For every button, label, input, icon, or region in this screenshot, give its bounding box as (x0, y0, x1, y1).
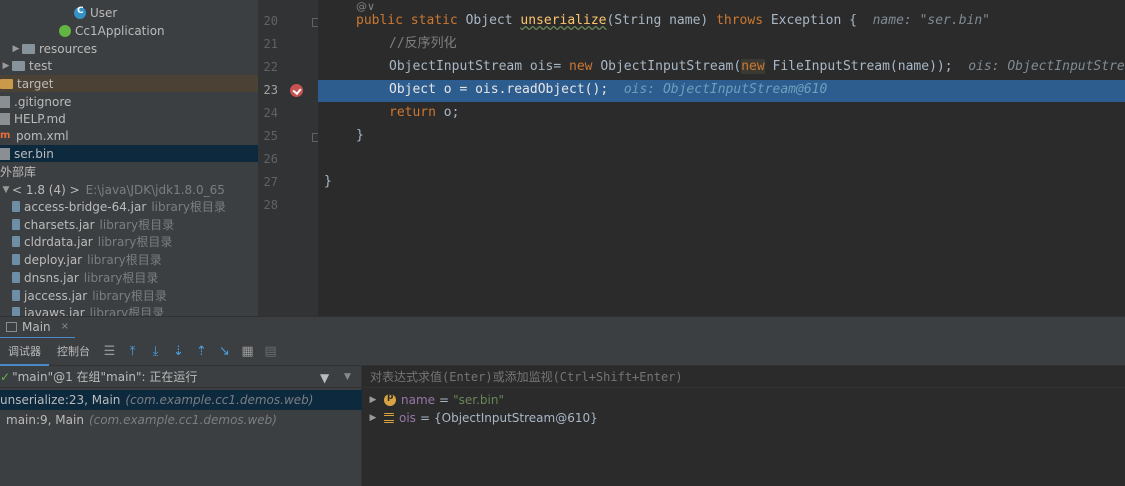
frame-item[interactable]: unserialize:23, Main (com.example.cc1.de… (0, 390, 362, 410)
code-line-20[interactable]: public static Object unserialize(String … (356, 10, 990, 32)
class-icon (74, 6, 86, 19)
breakpoint-icon[interactable] (290, 84, 303, 97)
tree-item-pom-xml[interactable]: m pom.xml (0, 127, 258, 144)
markdown-icon (0, 112, 10, 125)
jar-icon (12, 236, 20, 247)
line-number: 27 (263, 175, 278, 189)
line-number: 21 (263, 37, 278, 51)
folder-icon (0, 78, 13, 89)
tree-item-external-libraries[interactable]: 外部库 (0, 163, 258, 180)
tree-item-user[interactable]: User (0, 4, 258, 21)
step-into-icon[interactable]: ⇣ (167, 338, 190, 366)
frame-item[interactable]: main:9, Main (com.example.cc1.demos.web) (0, 410, 362, 430)
spring-boot-icon (59, 24, 71, 37)
local-variable-icon (384, 412, 394, 423)
code-line-27[interactable]: } (324, 171, 332, 193)
run-to-cursor-icon[interactable]: ↘ (213, 338, 236, 366)
tree-item-jar[interactable]: access-bridge-64.jar library根目录 (0, 198, 258, 215)
evaluate-expression-input[interactable] (362, 366, 1125, 388)
debug-tool-window-header: Main × (0, 316, 1125, 339)
tab-debugger[interactable]: 调试器 (0, 338, 49, 366)
frames-panel: ✓ "main"@1 在组"main": 正在运行 ▼ ▼ unserializ… (0, 366, 362, 486)
line-number-current: 23 (263, 83, 278, 97)
chevron-down-icon[interactable]: ▼ (0, 185, 12, 195)
code-line-22[interactable]: ObjectInputStream ois= new ObjectInputSt… (389, 56, 1125, 78)
file-icon (0, 147, 10, 160)
filter-icon[interactable]: ▼ (320, 371, 329, 385)
code-line-21[interactable]: //反序列化 (389, 33, 457, 55)
chevron-down-icon[interactable]: ▼ (344, 372, 351, 382)
tree-item-jar[interactable]: charsets.jar library根目录 (0, 216, 258, 233)
chevron-right-icon[interactable]: ▶ (0, 61, 12, 71)
line-number: 24 (263, 106, 278, 120)
code-line-23[interactable]: Object o = ois.readObject(); ois: Object… (389, 79, 827, 101)
code-line-24[interactable]: return o; (389, 102, 459, 124)
inline-value-hint: ois: ObjectInputStream@610 (623, 82, 828, 97)
chevron-right-icon[interactable]: ▶ (362, 413, 384, 423)
jar-icon (12, 219, 20, 230)
menu-icon[interactable]: ☰ (98, 338, 121, 366)
line-number: 20 (263, 14, 278, 28)
tree-item-gitignore[interactable]: .gitignore (0, 93, 258, 110)
tree-item-jar[interactable]: javaws.jar library根目录 (0, 304, 258, 316)
folder-icon (22, 43, 35, 54)
maven-icon: m (0, 129, 11, 141)
jar-icon (12, 307, 20, 316)
variable-row[interactable]: ▶ name = "ser.bin" (362, 390, 1125, 409)
debug-session-tab[interactable]: Main × (0, 317, 76, 339)
run-config-icon (6, 321, 17, 332)
show-execution-point-icon[interactable]: ⤒ (121, 338, 144, 366)
project-tree: User Cc1Application ▶ resources ▶ test t… (0, 0, 258, 316)
table-icon[interactable]: ▤ (259, 338, 282, 366)
jar-icon (12, 290, 20, 301)
close-icon[interactable]: × (61, 321, 69, 332)
tree-item-help-md[interactable]: HELP.md (0, 110, 258, 127)
thread-selector[interactable]: ✓ "main"@1 在组"main": 正在运行 (0, 366, 362, 388)
inline-value-hint: ois: ObjectInputStream@610 (968, 59, 1125, 74)
variable-row[interactable]: ▶ ois = {ObjectInputStream@610} (362, 408, 1125, 427)
line-number: 28 (263, 198, 278, 212)
variables-panel: ▶ name = "ser.bin" ▶ ois = {ObjectInputS… (362, 366, 1125, 486)
tree-item-target[interactable]: target (0, 75, 258, 92)
tree-item-cc1application[interactable]: Cc1Application (0, 22, 258, 39)
file-icon (0, 95, 10, 108)
code-line-25[interactable]: } (356, 125, 364, 147)
tree-item-resources[interactable]: ▶ resources (0, 40, 258, 57)
check-icon: ✓ (0, 369, 11, 384)
folder-icon (12, 60, 25, 71)
chevron-right-icon[interactable]: ▶ (362, 395, 384, 405)
tree-item-ser-bin[interactable]: ser.bin (0, 145, 258, 162)
line-number: 26 (263, 152, 278, 166)
jar-icon (12, 254, 20, 265)
tab-console[interactable]: 控制台 (49, 338, 98, 366)
step-out-icon[interactable]: ⇡ (190, 338, 213, 366)
debug-toolbar: 调试器 控制台 ☰ ⤒ ⤓ ⇣ ⇡ ↘ ▦ ▤ (0, 338, 1125, 366)
code-editor[interactable]: @∨ public static Object unserialize(Stri… (318, 0, 1125, 316)
line-number: 25 (263, 129, 278, 143)
jar-icon (12, 272, 20, 283)
tree-item-jar[interactable]: dnsns.jar library根目录 (0, 269, 258, 286)
editor-gutter[interactable]: 20 21 22 23 24 25 26 27 28 (258, 0, 321, 316)
evaluate-expression-icon[interactable]: ▦ (236, 338, 259, 366)
tree-item-jdk[interactable]: ▼ < 1.8 (4) > E:\java\JDK\jdk1.8.0_65 (0, 181, 258, 198)
parameter-icon (384, 392, 396, 406)
jar-icon (12, 201, 20, 212)
tree-item-jar[interactable]: cldrdata.jar library根目录 (0, 233, 258, 250)
inline-value-hint: name: "ser.bin" (872, 13, 991, 28)
tree-item-test[interactable]: ▶ test (0, 57, 258, 74)
chevron-right-icon[interactable]: ▶ (10, 44, 22, 54)
step-over-icon[interactable]: ⤓ (144, 338, 167, 366)
line-number: 22 (263, 60, 278, 74)
tree-item-jar[interactable]: jaccess.jar library根目录 (0, 287, 258, 304)
tree-item-jar[interactable]: deploy.jar library根目录 (0, 251, 258, 268)
